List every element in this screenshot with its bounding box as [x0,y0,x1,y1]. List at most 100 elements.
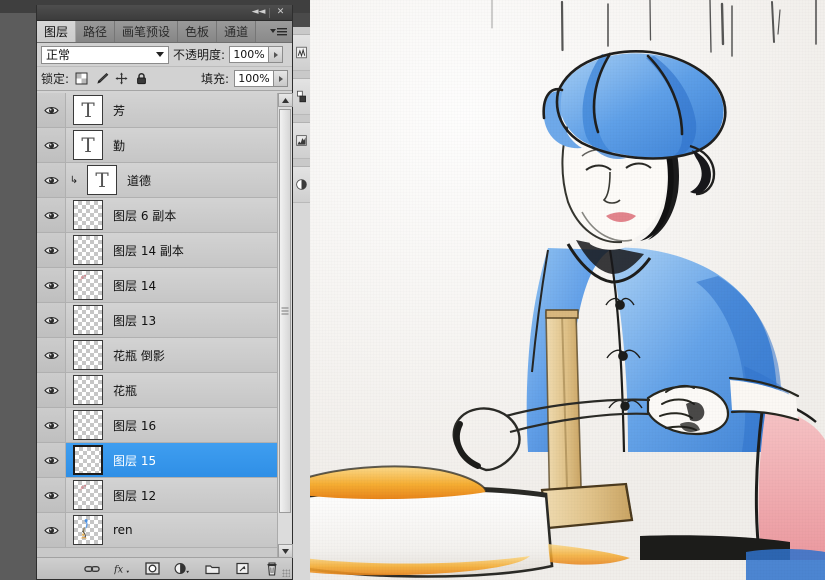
layer-thumbnail[interactable] [73,340,103,370]
dock-button-histogram[interactable] [293,123,310,159]
panel-tab-bar[interactable]: 图层 路径 画笔预设 色板 通道 [37,21,292,43]
layer-visibility-toggle[interactable] [37,233,66,267]
layer-visibility-toggle[interactable] [37,443,66,477]
blend-mode-row[interactable]: 正常 不透明度: 100% [37,43,292,67]
fill-input[interactable]: 100% [234,70,274,87]
scrollbar-track[interactable] [278,107,292,544]
dock-button-color[interactable] [293,79,310,115]
lock-image-pixels-button[interactable] [94,71,109,86]
layer-name[interactable]: ren [113,523,133,537]
collapse-dock-icon[interactable]: ◄◄ [250,6,267,19]
layer-thumbnail[interactable] [73,270,103,300]
layer-name[interactable]: 图层 13 [113,312,156,329]
layer-row[interactable]: 图层 12 [37,478,292,513]
layer-name[interactable]: 勤 [113,137,125,154]
scroll-up-button[interactable] [278,93,293,107]
tab-layers[interactable]: 图层 [37,21,77,42]
layer-visibility-toggle[interactable] [37,268,66,302]
layer-row[interactable]: T勤 [37,128,292,163]
layer-visibility-toggle[interactable] [37,338,66,372]
layer-name[interactable]: 图层 14 [113,277,156,294]
dock-button-mini-bridge[interactable] [293,35,310,71]
layer-name[interactable]: 花瓶 [113,382,137,399]
document-canvas[interactable] [310,0,825,580]
delete-layer-button[interactable] [264,561,280,577]
layer-thumbnail[interactable]: T [73,95,103,125]
layer-visibility-toggle[interactable] [37,303,66,337]
layer-visibility-toggle[interactable] [37,163,66,197]
layer-name[interactable]: 图层 15 [113,452,156,469]
layer-thumbnail[interactable] [73,200,103,230]
layer-thumbnail[interactable] [73,480,103,510]
layer-list[interactable]: T芳 T勤 ↳ T 道德 图层 6 副本 图层 14 副本 图层 14 图层 1… [37,93,292,558]
layer-thumbnail[interactable]: T [73,130,103,160]
layer-visibility-toggle[interactable] [37,478,66,512]
link-layers-button[interactable] [84,561,100,577]
layer-thumbnail[interactable] [73,305,103,335]
layer-row[interactable]: 图层 6 副本 [37,198,292,233]
layer-name[interactable]: 芳 [113,102,125,119]
layers-panel-toolbar[interactable]: fx [37,557,292,579]
layer-row[interactable]: 图层 14 [37,268,292,303]
layer-name[interactable]: 花瓶 倒影 [113,347,165,364]
opacity-input[interactable]: 100% [229,46,270,63]
panel-resize-grip[interactable] [282,569,290,577]
titlebar-separator [269,7,270,18]
layer-thumbnail[interactable] [73,445,103,475]
layer-visibility-toggle[interactable] [37,373,66,407]
tab-paths[interactable]: 路径 [76,21,116,42]
layer-name[interactable]: 道德 [127,172,151,189]
adjustment-layer-button[interactable] [174,561,190,577]
layer-visibility-toggle[interactable] [37,128,66,162]
adjustments-icon [296,179,307,190]
panel-titlebar[interactable]: ◄◄ ✕ [37,5,292,21]
layer-name[interactable]: 图层 12 [113,487,156,504]
fill-stepper-button[interactable] [274,70,288,87]
layer-visibility-toggle[interactable] [37,408,66,442]
layer-row[interactable]: 花瓶 倒影 [37,338,292,373]
layer-row[interactable]: 花瓶 [37,373,292,408]
blend-mode-select[interactable]: 正常 [41,45,169,64]
layer-visibility-toggle[interactable] [37,198,66,232]
panel-window-buttons[interactable]: ◄◄ ✕ [250,6,289,19]
layer-list-scrollbar[interactable] [277,93,293,558]
lock-transparent-pixels-button[interactable] [74,71,89,86]
scroll-down-button[interactable] [278,544,293,558]
tab-brush-presets[interactable]: 画笔预设 [115,21,179,42]
layer-thumbnail[interactable] [73,410,103,440]
tab-swatches[interactable]: 色板 [178,21,218,42]
layer-name[interactable]: 图层 6 副本 [113,207,176,224]
layer-thumbnail[interactable]: T [87,165,117,195]
layers-panel[interactable]: ◄◄ ✕ 图层 路径 画笔预设 色板 通道 正常 不透明度: 100% 锁定: … [36,5,293,580]
layer-thumbnail[interactable] [73,515,103,545]
layer-thumbnail[interactable] [73,235,103,265]
layer-row[interactable]: 图层 16 [37,408,292,443]
scroll-down-arrow-icon [282,548,289,554]
visibility-eye-icon [43,456,59,464]
layer-thumbnail[interactable] [73,375,103,405]
layer-row[interactable]: 图层 14 副本 [37,233,292,268]
panel-menu-button[interactable] [268,25,288,39]
layer-name[interactable]: 图层 16 [113,417,156,434]
tab-channels[interactable]: 通道 [217,21,257,42]
dock-button-adjustments[interactable] [293,167,310,203]
layer-name[interactable]: 图层 14 副本 [113,242,184,259]
new-layer-button[interactable] [234,561,250,577]
layer-visibility-toggle[interactable] [37,513,66,547]
opacity-stepper-button[interactable] [269,46,284,63]
lock-row[interactable]: 锁定: 填充: 100% [37,67,292,91]
collapsed-panel-dock[interactable] [292,13,310,580]
layer-row[interactable]: T芳 [37,93,292,128]
layer-row[interactable]: 图层 13 [37,303,292,338]
close-icon[interactable]: ✕ [272,6,289,19]
layer-row[interactable]: ren [37,513,292,548]
layer-row[interactable]: ↳ T 道德 [37,163,292,198]
lock-position-button[interactable] [114,71,129,86]
scrollbar-thumb[interactable] [279,109,291,513]
layer-row[interactable]: 图层 15 [37,443,292,478]
new-group-button[interactable] [204,561,220,577]
add-layer-mask-button[interactable] [144,561,160,577]
lock-all-button[interactable] [134,71,149,86]
layer-style-button[interactable]: fx [114,561,130,577]
layer-visibility-toggle[interactable] [37,93,66,127]
